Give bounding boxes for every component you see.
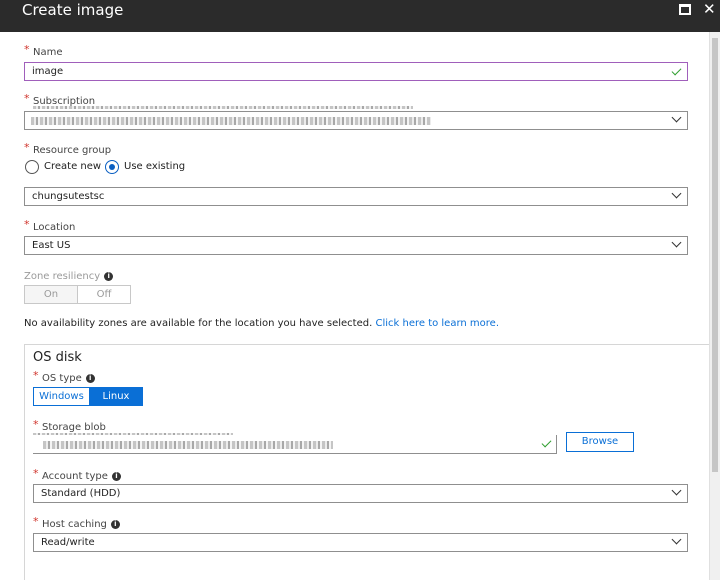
close-icon[interactable]: ✕ <box>703 0 716 18</box>
name-label: Name <box>33 47 63 58</box>
zone-on-toggle: On <box>24 285 78 304</box>
info-icon[interactable]: i <box>110 520 120 529</box>
host-caching-label-text: Host caching <box>42 519 107 530</box>
info-icon[interactable]: i <box>104 272 114 281</box>
zone-off-toggle: Off <box>77 285 131 304</box>
required-marker: * <box>33 515 39 528</box>
account-type-value: Standard (HDD) <box>41 488 121 499</box>
resource-group-select[interactable]: chungsutestsc <box>24 187 688 206</box>
redacted-storage-blob-value <box>43 441 333 449</box>
location-value: East US <box>32 240 71 251</box>
name-input[interactable]: image <box>24 62 688 81</box>
host-caching-select[interactable]: Read/write <box>33 533 688 552</box>
resource-group-label: Resource group <box>33 145 112 156</box>
redacted-text <box>33 106 413 109</box>
zones-notice: No availability zones are available for … <box>24 318 499 329</box>
required-marker: * <box>24 141 30 154</box>
os-type-label-text: OS type <box>42 373 82 384</box>
redacted-subscription-value <box>31 117 431 125</box>
create-new-label[interactable]: Create new <box>44 161 101 172</box>
os-disk-heading: OS disk <box>33 350 82 365</box>
os-type-label: OS type i <box>42 373 95 384</box>
name-value: image <box>32 66 64 77</box>
chevron-down-icon <box>671 237 682 248</box>
os-type-linux[interactable]: Linux <box>89 387 143 406</box>
required-marker: * <box>24 218 30 231</box>
zone-resiliency-label-text: Zone resiliency <box>24 271 101 282</box>
maximize-icon[interactable] <box>679 4 691 15</box>
zones-notice-text: No availability zones are available for … <box>24 318 376 329</box>
use-existing-radio[interactable] <box>105 160 119 174</box>
required-marker: * <box>33 418 39 431</box>
required-marker: * <box>33 369 39 382</box>
location-select[interactable]: East US <box>24 236 688 255</box>
browse-button[interactable]: Browse <box>566 432 634 452</box>
create-new-radio[interactable] <box>25 160 39 174</box>
account-type-label-text: Account type <box>42 471 108 482</box>
chevron-down-icon <box>671 112 682 123</box>
required-marker: * <box>24 92 30 105</box>
storage-blob-input[interactable] <box>33 435 557 454</box>
os-type-windows[interactable]: Windows <box>33 387 90 406</box>
host-caching-value: Read/write <box>41 537 95 548</box>
account-type-select[interactable]: Standard (HDD) <box>33 484 688 503</box>
info-icon[interactable]: i <box>85 374 95 383</box>
chevron-down-icon <box>671 188 682 199</box>
learn-more-link[interactable]: Click here to learn more. <box>375 318 499 329</box>
scrollbar-thumb[interactable] <box>712 38 718 472</box>
resource-group-value: chungsutestsc <box>32 191 105 202</box>
zone-resiliency-label: Zone resiliency i <box>24 271 114 282</box>
location-label: Location <box>33 222 76 233</box>
required-marker: * <box>24 43 30 56</box>
chevron-down-icon <box>671 485 682 496</box>
subscription-select[interactable] <box>24 111 688 130</box>
use-existing-label[interactable]: Use existing <box>124 161 185 172</box>
window-title: Create image <box>22 1 124 19</box>
required-marker: * <box>33 467 39 480</box>
info-icon[interactable]: i <box>111 472 121 481</box>
scrollbar[interactable] <box>709 32 720 580</box>
chevron-down-icon <box>671 534 682 545</box>
valid-check-icon <box>541 437 552 448</box>
account-type-label: Account type i <box>42 471 121 482</box>
storage-blob-label: Storage blob <box>42 422 106 433</box>
valid-check-icon <box>671 65 682 76</box>
host-caching-label: Host caching i <box>42 519 120 530</box>
title-bar: Create image ✕ <box>0 0 720 32</box>
